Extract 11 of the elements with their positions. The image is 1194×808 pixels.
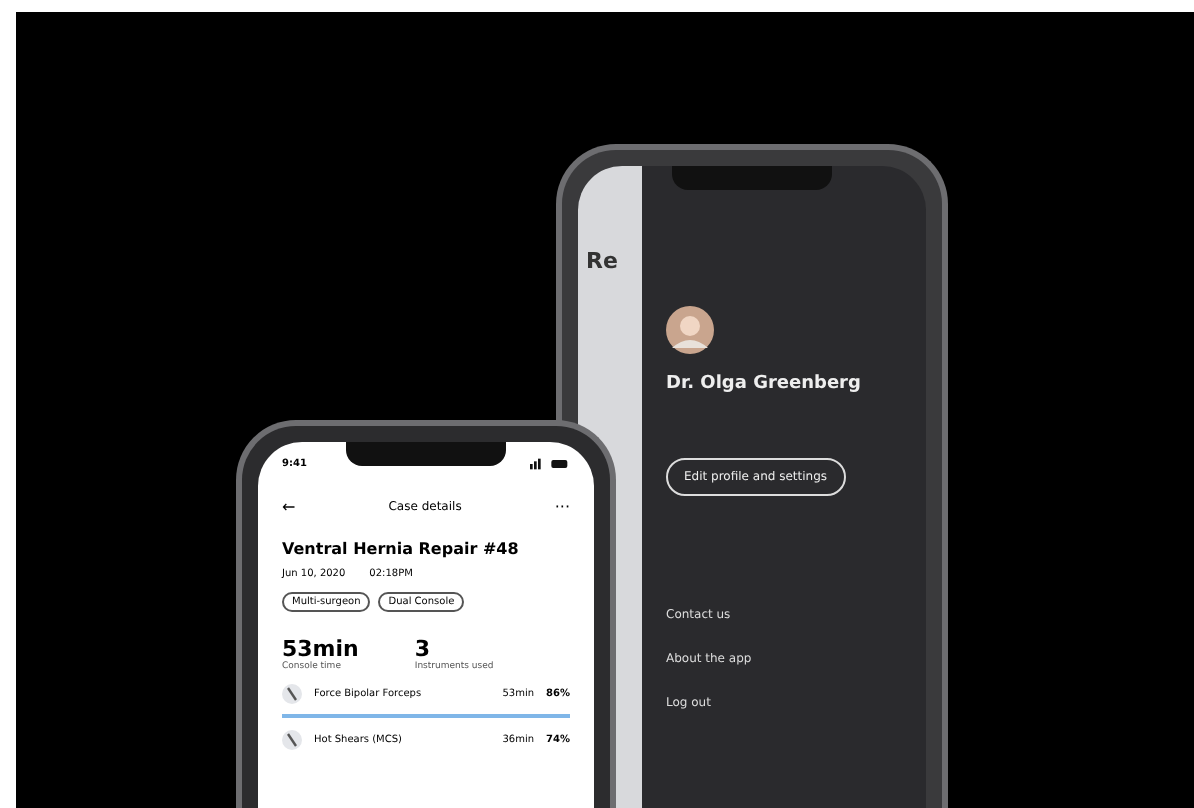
profile-name: Dr. Olga Greenberg <box>666 374 861 394</box>
case-title: Ventral Hernia Repair #48 <box>282 540 521 558</box>
instrument-icon <box>282 730 302 750</box>
more-button[interactable]: ··· <box>554 498 570 516</box>
stat-value: 3 <box>414 636 431 662</box>
instrument-icon <box>282 684 302 704</box>
screen-title: Re <box>584 248 618 274</box>
back-button[interactable]: ← <box>282 498 296 516</box>
stat-value: 53min <box>282 636 359 662</box>
avatar-icon <box>666 306 714 354</box>
status-icons-icon <box>530 458 570 470</box>
